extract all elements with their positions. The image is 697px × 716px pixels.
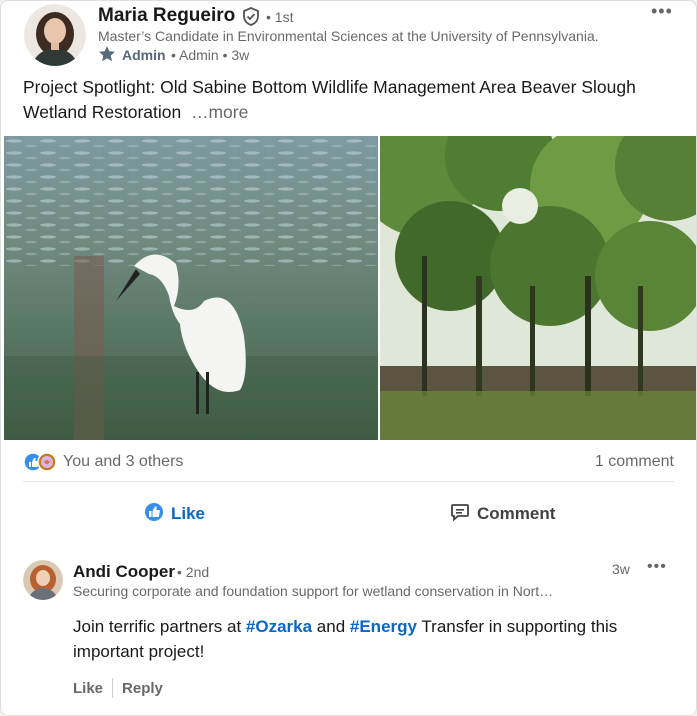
author-avatar[interactable] xyxy=(24,4,86,66)
hashtag-ozarka-link[interactable]: #Ozarka xyxy=(246,617,312,636)
comment-timestamp: 3w xyxy=(612,561,630,577)
post-social-counts: You and 3 others 1 comment xyxy=(23,450,674,474)
author-connection-degree: • 1st xyxy=(266,9,294,25)
see-more-link[interactable]: …more xyxy=(191,102,248,122)
comments-count-link[interactable]: 1 comment xyxy=(595,453,674,471)
comment-actions: Like Reply xyxy=(73,677,163,699)
comment-button[interactable]: Comment xyxy=(450,499,555,529)
author-name[interactable]: Maria Regueiro xyxy=(98,5,235,27)
like-button[interactable]: Like xyxy=(144,499,205,529)
comment-more-options-icon[interactable]: ••• xyxy=(647,559,667,575)
star-icon xyxy=(98,45,116,68)
forest-wetland-photo[interactable] xyxy=(380,136,696,440)
thumbs-up-icon xyxy=(144,502,164,527)
hashtag-energy-link[interactable]: #Energy xyxy=(350,617,417,636)
comment-like-button[interactable]: Like xyxy=(73,680,103,697)
comment-text-part: and xyxy=(312,617,350,636)
comment-button-label: Comment xyxy=(477,504,556,523)
comment-text: Join terrific partners at #Ozarka and #E… xyxy=(73,614,633,664)
like-button-label: Like xyxy=(171,504,206,523)
commenter-name[interactable]: Andi Cooper xyxy=(73,562,175,582)
comment-text-part: Join terrific partners at xyxy=(73,617,246,636)
commenter-avatar[interactable] xyxy=(23,560,63,600)
reactions-icon[interactable] xyxy=(23,452,59,477)
post-text-body: Project Spotlight: Old Sabine Bottom Wil… xyxy=(23,77,636,122)
author-headline: Master’s Candidate in Environmental Scie… xyxy=(98,28,599,44)
admin-badge-label: Admin xyxy=(122,47,166,63)
comment-reply-button[interactable]: Reply xyxy=(122,680,163,697)
comment-actions-divider xyxy=(112,678,114,698)
commenter-headline: Securing corporate and foundation suppor… xyxy=(73,583,554,599)
egret-photo[interactable] xyxy=(4,136,378,440)
post-text: Project Spotlight: Old Sabine Bottom Wil… xyxy=(23,75,663,125)
reactions-count-link[interactable]: You and 3 others xyxy=(63,453,183,471)
feed-post-card: Maria Regueiro • 1st Master’s Candidate … xyxy=(0,0,697,716)
actions-divider xyxy=(23,481,674,482)
post-meta: • Admin • 3w xyxy=(171,47,250,63)
commenter-connection-degree: • 2nd xyxy=(177,564,210,580)
post-more-options-icon[interactable]: ••• xyxy=(651,2,673,20)
comment-bubble-icon xyxy=(450,502,470,527)
